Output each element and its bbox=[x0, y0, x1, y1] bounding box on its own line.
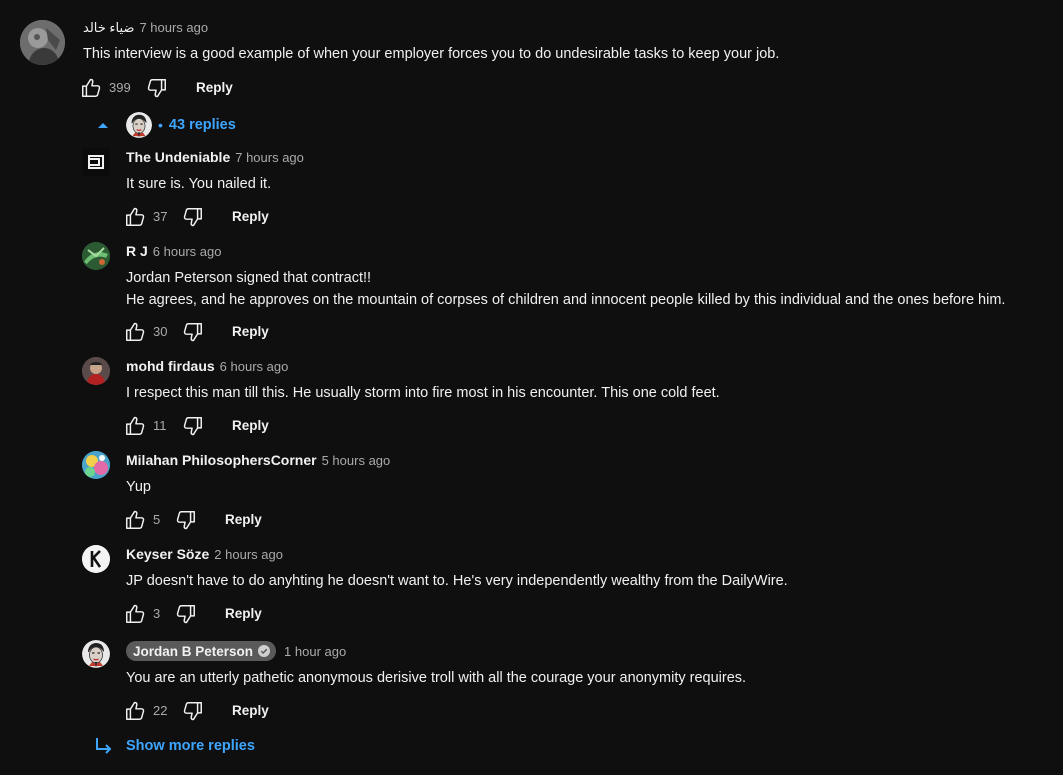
like-count: 11 bbox=[153, 418, 167, 433]
reply-author[interactable]: mohd firdaus bbox=[126, 358, 215, 374]
like-button[interactable] bbox=[124, 700, 146, 722]
creator-badge[interactable]: Jordan B Peterson bbox=[126, 641, 277, 661]
check-circle-icon bbox=[258, 645, 271, 657]
dislike-button[interactable] bbox=[175, 509, 197, 531]
like-count: 37 bbox=[153, 209, 168, 224]
reply-button[interactable]: Reply bbox=[232, 418, 269, 433]
thumbs-down-icon bbox=[182, 206, 204, 228]
reply-text: It sure is. You nailed it. bbox=[126, 176, 272, 192]
dislike-button[interactable] bbox=[182, 321, 204, 343]
thumbs-up-icon bbox=[124, 603, 146, 625]
avatar[interactable] bbox=[20, 20, 65, 65]
reply-button[interactable]: Reply bbox=[196, 80, 233, 95]
like-button[interactable] bbox=[124, 603, 146, 625]
bullet-separator: • bbox=[158, 117, 163, 133]
thumbs-down-icon bbox=[175, 509, 197, 531]
avatar[interactable] bbox=[82, 545, 110, 573]
like-button[interactable] bbox=[124, 509, 146, 531]
thumbs-up-icon bbox=[124, 415, 146, 437]
reply-timestamp[interactable]: 7 hours ago bbox=[235, 150, 304, 165]
reply-text: JP doesn't have to do anyhting he doesn'… bbox=[126, 573, 788, 589]
show-more-replies-button[interactable]: Show more replies bbox=[94, 736, 255, 756]
caret-up-icon bbox=[98, 123, 108, 128]
replies-toggle[interactable]: • 43 replies bbox=[96, 110, 236, 140]
like-count: 22 bbox=[153, 703, 168, 718]
thumbs-down-icon bbox=[182, 700, 204, 722]
creator-avatar bbox=[126, 112, 152, 138]
reply-text: I respect this man till this. He usually… bbox=[126, 385, 720, 401]
thumbs-down-icon bbox=[182, 321, 204, 343]
avatar-image bbox=[82, 545, 110, 573]
avatar-image bbox=[82, 357, 110, 385]
avatar-image bbox=[82, 242, 110, 270]
avatar-image bbox=[20, 20, 65, 65]
avatar[interactable] bbox=[82, 451, 110, 479]
reply-timestamp[interactable]: 6 hours ago bbox=[220, 359, 289, 374]
avatar-image bbox=[82, 148, 110, 176]
avatar-image bbox=[82, 451, 110, 479]
reply-button[interactable]: Reply bbox=[225, 606, 262, 621]
thumbs-down-icon bbox=[146, 77, 168, 99]
show-more-replies-label[interactable]: Show more replies bbox=[126, 738, 255, 754]
like-count: 3 bbox=[153, 606, 161, 621]
thumbs-up-icon bbox=[124, 321, 146, 343]
reply-button[interactable]: Reply bbox=[232, 703, 269, 718]
like-button[interactable] bbox=[124, 206, 146, 228]
reply-button[interactable]: Reply bbox=[232, 209, 269, 224]
like-button[interactable] bbox=[124, 415, 146, 437]
replies-count-label[interactable]: 43 replies bbox=[169, 117, 236, 133]
reply-text-line: He agrees, and he approves on the mounta… bbox=[126, 292, 1006, 308]
avatar[interactable] bbox=[82, 148, 110, 176]
thumbs-down-icon bbox=[182, 415, 204, 437]
reply-author[interactable]: The Undeniable bbox=[126, 149, 230, 165]
thumbs-down-icon bbox=[175, 603, 197, 625]
like-button[interactable] bbox=[124, 321, 146, 343]
avatar[interactable] bbox=[82, 640, 110, 668]
thumbs-up-icon bbox=[80, 77, 102, 99]
reply-timestamp[interactable]: 6 hours ago bbox=[153, 244, 222, 259]
reply-timestamp[interactable]: 1 hour ago bbox=[284, 644, 346, 659]
thumbs-up-icon bbox=[124, 509, 146, 531]
reply-author[interactable]: Jordan B Peterson bbox=[133, 644, 253, 659]
reply-timestamp[interactable]: 2 hours ago bbox=[214, 547, 283, 562]
reply-author[interactable]: Keyser Söze bbox=[126, 546, 209, 562]
like-count: 399 bbox=[109, 80, 131, 95]
comment-text: This interview is a good example of when… bbox=[83, 46, 780, 62]
dislike-button[interactable] bbox=[182, 206, 204, 228]
reply-text-line: Jordan Peterson signed that contract!! bbox=[126, 270, 372, 286]
dislike-button[interactable] bbox=[182, 700, 204, 722]
like-button[interactable] bbox=[80, 77, 102, 99]
thumbs-up-icon bbox=[124, 700, 146, 722]
avatar-image bbox=[82, 640, 110, 668]
like-count: 30 bbox=[153, 324, 168, 339]
dislike-button[interactable] bbox=[146, 77, 168, 99]
dislike-button[interactable] bbox=[182, 415, 204, 437]
reply-text: You are an utterly pathetic anonymous de… bbox=[126, 670, 747, 686]
comment-timestamp[interactable]: 7 hours ago bbox=[139, 20, 208, 35]
reply-author[interactable]: R J bbox=[126, 243, 148, 259]
reply-arrow-icon bbox=[96, 738, 112, 754]
comment-author[interactable]: ضياء خالد bbox=[83, 20, 134, 36]
reply-button[interactable]: Reply bbox=[225, 512, 262, 527]
dislike-button[interactable] bbox=[175, 603, 197, 625]
reply-text: Yup bbox=[126, 479, 151, 495]
reply-author[interactable]: Milahan PhilosophersCorner bbox=[126, 452, 317, 468]
reply-button[interactable]: Reply bbox=[232, 324, 269, 339]
avatar[interactable] bbox=[82, 242, 110, 270]
like-count: 5 bbox=[153, 512, 161, 527]
thumbs-up-icon bbox=[124, 206, 146, 228]
reply-timestamp[interactable]: 5 hours ago bbox=[322, 453, 391, 468]
avatar[interactable] bbox=[82, 357, 110, 385]
